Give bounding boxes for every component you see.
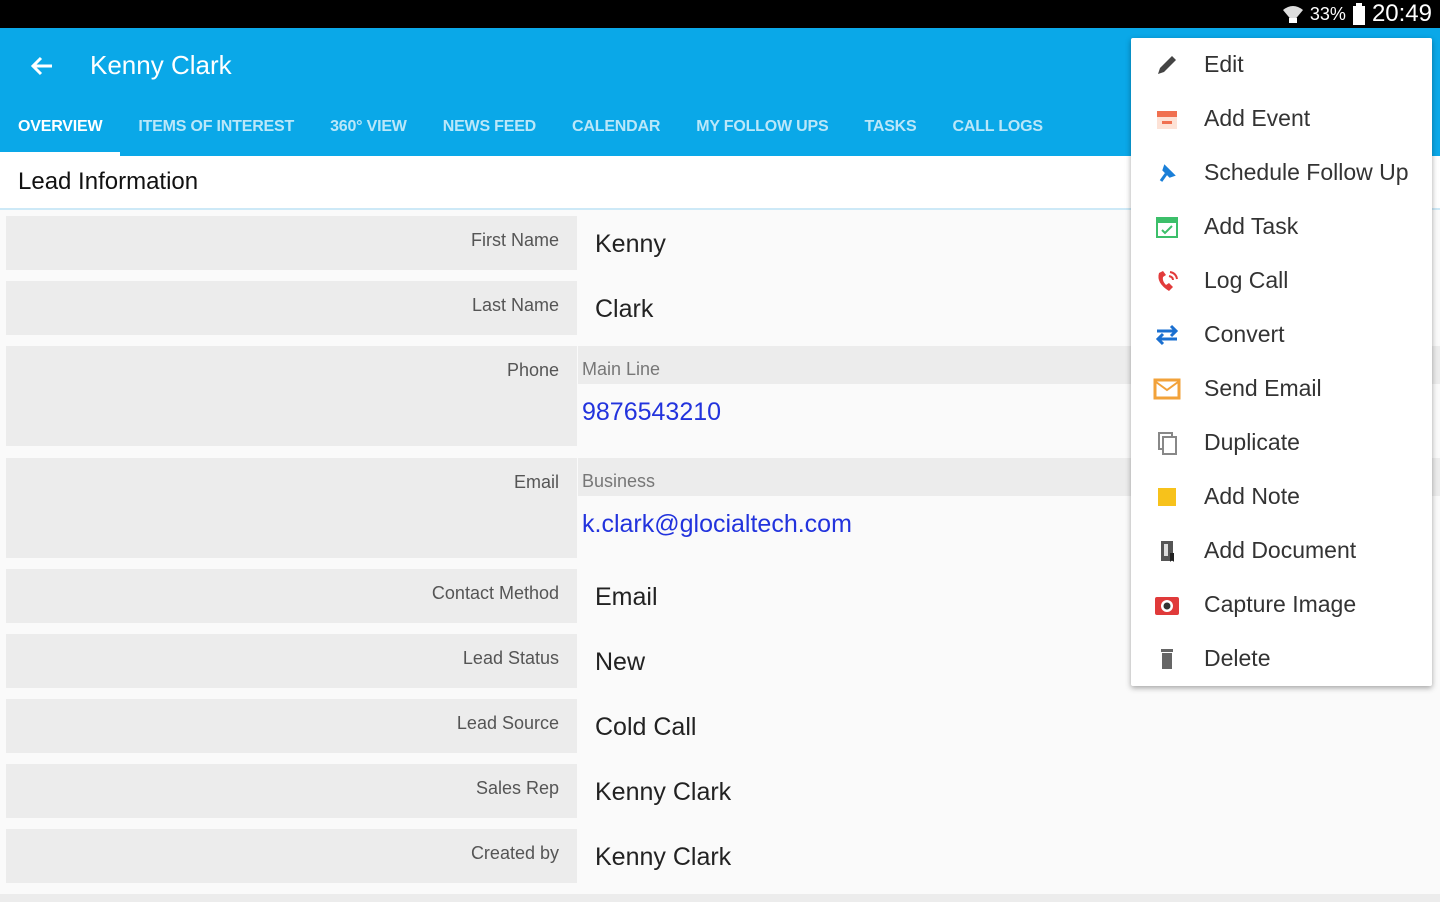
menu-item-label: Capture Image: [1204, 591, 1357, 617]
field-label: Sales Rep: [6, 764, 577, 818]
tab-tasks[interactable]: TASKS: [846, 106, 934, 156]
field-value: Kenny: [595, 230, 666, 258]
menu-item-delete[interactable]: Delete: [1131, 632, 1432, 686]
menu-item-schedule-follow-up[interactable]: Schedule Follow Up: [1131, 146, 1432, 200]
field-lead-source: Lead Source Cold Call: [0, 699, 1440, 753]
clock: 20:49: [1371, 0, 1432, 27]
next-row-edge: [0, 894, 1440, 902]
email-link[interactable]: k.clark@glocialtech.com: [582, 510, 852, 539]
convert-icon: [1153, 323, 1181, 347]
field-label: Phone: [6, 346, 577, 446]
field-label: Email: [6, 458, 577, 558]
field-label: First Name: [6, 216, 577, 270]
menu-item-label: Convert: [1204, 321, 1285, 347]
field-value-box: Kenny Clark: [578, 764, 1440, 818]
tab-calendar[interactable]: CALENDAR: [554, 106, 678, 156]
section-title: Lead Information: [18, 168, 199, 195]
trash-icon: [1153, 647, 1181, 671]
tab-call-logs[interactable]: CALL LOGS: [935, 106, 1061, 156]
menu-item-add-document[interactable]: Add Document: [1131, 524, 1432, 578]
pin-icon: [1153, 161, 1181, 185]
field-sales-rep: Sales Rep Kenny Clark: [0, 764, 1440, 818]
field-value-box: Cold Call: [578, 699, 1440, 753]
calendar-icon: [1153, 107, 1181, 131]
tab-my-follow-ups[interactable]: MY FOLLOW UPS: [678, 106, 846, 156]
document-icon: [1153, 539, 1181, 563]
field-value: Kenny Clark: [595, 778, 732, 806]
field-value: Email: [595, 583, 658, 611]
menu-item-label: Add Document: [1204, 537, 1357, 563]
menu-item-edit[interactable]: Edit: [1131, 38, 1432, 92]
menu-item-convert[interactable]: Convert: [1131, 308, 1432, 362]
menu-item-add-task[interactable]: Add Task: [1131, 200, 1432, 254]
duplicate-icon: [1153, 431, 1181, 455]
task-icon: [1153, 215, 1181, 239]
menu-item-send-email[interactable]: Send Email: [1131, 362, 1432, 416]
menu-item-label: Edit: [1204, 51, 1244, 77]
wifi-icon: [1282, 4, 1304, 24]
battery-icon: [1352, 3, 1366, 25]
camera-icon: [1153, 593, 1181, 617]
menu-item-log-call[interactable]: Log Call: [1131, 254, 1432, 308]
phone-icon: [1153, 269, 1181, 293]
field-label: Created by: [6, 829, 577, 883]
menu-item-label: Add Task: [1204, 213, 1299, 239]
menu-item-label: Duplicate: [1204, 429, 1300, 455]
field-value: Clark: [595, 295, 654, 323]
tab-news-feed[interactable]: NEWS FEED: [425, 106, 554, 156]
tab-bar: OVERVIEW ITEMS OF INTEREST 360° VIEW NEW…: [0, 106, 1061, 156]
tab-items-of-interest[interactable]: ITEMS OF INTEREST: [120, 106, 312, 156]
menu-item-duplicate[interactable]: Duplicate: [1131, 416, 1432, 470]
menu-item-label: Add Note: [1204, 483, 1300, 509]
envelope-icon: [1153, 377, 1181, 401]
menu-item-label: Add Event: [1204, 105, 1311, 131]
field-label: Lead Status: [6, 634, 577, 688]
field-value-box: Kenny Clark: [578, 829, 1440, 883]
overflow-menu: Edit Add Event Schedule Follow Up Add Ta…: [1131, 38, 1432, 686]
field-created-by: Created by Kenny Clark: [0, 829, 1440, 883]
field-value: New: [595, 648, 646, 676]
menu-item-label: Schedule Follow Up: [1204, 159, 1409, 185]
field-value: Cold Call: [595, 713, 697, 741]
phone-link[interactable]: 9876543210: [582, 398, 721, 427]
back-arrow-icon[interactable]: [22, 48, 62, 84]
tab-360-view[interactable]: 360° VIEW: [312, 106, 425, 156]
menu-item-label: Log Call: [1204, 267, 1289, 293]
pencil-icon: [1153, 53, 1181, 77]
tab-overview[interactable]: OVERVIEW: [0, 106, 121, 156]
phone-type: Main Line: [582, 359, 661, 379]
battery-percent: 33%: [1309, 3, 1346, 24]
menu-item-label: Send Email: [1204, 375, 1322, 401]
menu-item-capture-image[interactable]: Capture Image: [1131, 578, 1432, 632]
field-label: Contact Method: [6, 569, 577, 623]
menu-item-add-note[interactable]: Add Note: [1131, 470, 1432, 524]
menu-item-add-event[interactable]: Add Event: [1131, 92, 1432, 146]
field-label: Last Name: [6, 281, 577, 335]
page-title: Kenny Clark: [90, 50, 232, 80]
field-value: Kenny Clark: [595, 843, 732, 871]
field-label: Lead Source: [6, 699, 577, 753]
status-bar: 33% 20:49: [0, 0, 1440, 28]
menu-item-label: Delete: [1204, 645, 1271, 671]
email-type: Business: [582, 471, 656, 491]
note-icon: [1153, 485, 1181, 509]
